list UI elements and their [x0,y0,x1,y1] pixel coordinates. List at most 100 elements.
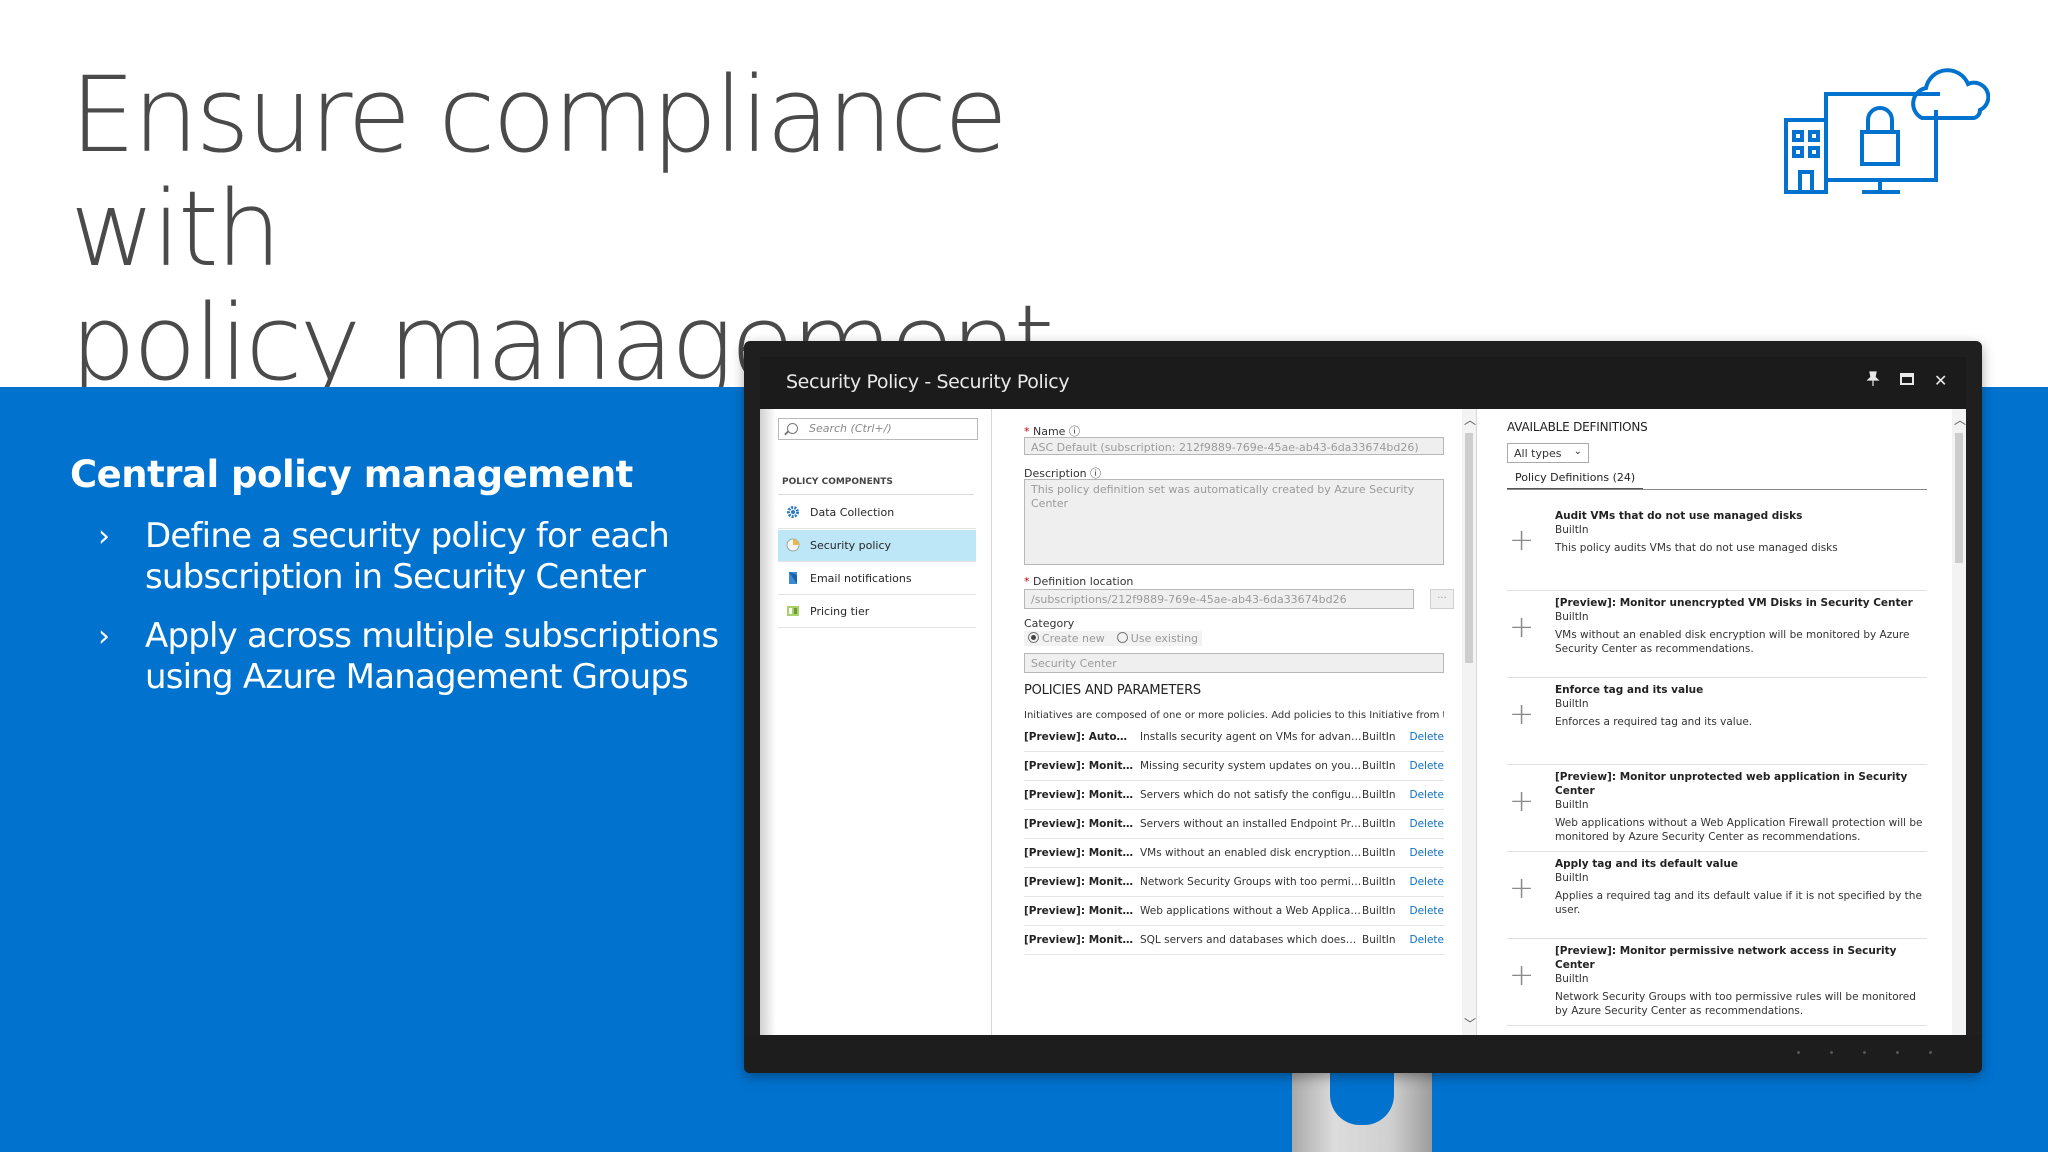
radio-create-new[interactable]: Create new [1028,632,1105,645]
location-field[interactable]: /subscriptions/212f9889-769e-45ae-ab43-6… [1024,589,1414,609]
scrollbar-thumb[interactable] [1955,433,1963,563]
policies-heading: POLICIES AND PARAMETERS [1024,683,1201,698]
nav-item-label: Pricing tier [810,605,870,618]
nav-item-pricing-tier[interactable]: Pricing tier [778,596,976,628]
definition-body: Audit VMs that do not use managed disks … [1555,509,1927,555]
definitions-scrollbar[interactable]: ︿ [1952,409,1966,1035]
delete-link[interactable]: Delete [1408,876,1445,888]
policy-name: [Preview]: Monitor... [1024,847,1136,859]
policy-name: [Preview]: Monitor... [1024,905,1136,917]
definition-item[interactable]: + [Preview]: Monitor unencrypted VM Disk… [1507,596,1927,678]
definition-item[interactable]: + Apply tag and its default value BuiltI… [1507,857,1927,939]
category-field[interactable]: Security Center [1024,653,1444,673]
plus-icon[interactable]: + [1509,871,1534,906]
description-field[interactable]: This policy definition set was automatic… [1024,479,1444,565]
definition-body: [Preview]: Monitor unencrypted VM Disks … [1555,596,1927,656]
bullet-text-line: Apply across multiple subscriptions [145,616,719,656]
policy-nav: Search (Ctrl+/) POLICY COMPONENTS Data C… [760,409,992,1035]
definition-desc: Network Security Groups with too permiss… [1555,991,1916,1017]
definition-title: Enforce tag and its value [1555,684,1704,696]
delete-link[interactable]: Delete [1408,731,1445,743]
delete-link[interactable]: Delete [1408,789,1445,801]
bullet-section: Central policy management › Define a sec… [70,452,750,698]
policy-desc: Missing security system updates on your … [1140,760,1362,772]
delete-link[interactable]: Delete [1408,818,1445,830]
search-input[interactable]: Search (Ctrl+/) [778,418,978,440]
plus-icon[interactable]: + [1509,784,1534,819]
definition-item[interactable]: + [Preview]: Monitor permissive network … [1507,944,1927,1026]
chevron-up-icon[interactable]: ︿ [1954,411,1966,428]
table-row: [Preview]: Monitor... Servers which do n… [1024,781,1444,810]
nav-item-data-collection[interactable]: Data Collection [778,497,976,529]
plus-icon[interactable]: + [1509,697,1534,732]
definition-body: [Preview]: Monitor permissive network ac… [1555,944,1927,1018]
browse-location-button[interactable]: ... [1430,589,1454,609]
chevron-up-icon[interactable]: ︿ [1464,411,1476,428]
scrollbar-thumb[interactable] [1465,433,1473,663]
close-icon[interactable]: ✕ [1934,371,1947,390]
definition-desc: Enforces a required tag and its value. [1555,716,1753,728]
radio-selected-icon [1028,632,1039,643]
gear-icon [787,506,799,518]
portal-window: Security Policy - Security Policy ✕ Sear… [760,357,1966,1035]
table-row: [Preview]: Monitor... Missing security s… [1024,752,1444,781]
category-label: Category [1024,617,1075,630]
delete-link[interactable]: Delete [1408,905,1445,917]
definition-body: Enforce tag and its value BuiltIn Enforc… [1555,683,1927,729]
name-field[interactable]: ASC Default (subscription: 212f9889-769e… [1024,437,1444,455]
available-definitions-panel: AVAILABLE DEFINITIONS All types ⌄ Policy… [1476,409,1966,1035]
policy-desc: Web applications without a Web Applicati… [1140,905,1362,917]
table-row: [Preview]: Monitor... VMs without an ena… [1024,839,1444,868]
bullet-text-line: subscription in Security Center [145,557,646,597]
policy-desc: SQL servers and databases which doesn't … [1140,934,1362,946]
bullet-item: › Apply across multiple subscriptions us… [70,616,750,698]
plus-icon[interactable]: + [1509,523,1534,558]
definition-title: [Preview]: Monitor permissive network ac… [1555,945,1897,971]
policy-desc: Installs security agent on VMs for advan… [1140,731,1362,743]
definition-item[interactable]: + [Preview]: Monitor unprotected web app… [1507,770,1927,852]
delete-link[interactable]: Delete [1408,760,1445,772]
bullet-text-line: Define a security policy for each [145,516,670,556]
nav-item-label: Data Collection [810,506,895,519]
definition-title: [Preview]: Monitor unprotected web appli… [1555,771,1908,797]
definition-type: BuiltIn [1555,973,1589,985]
policies-note: Initiatives are composed of one or more … [1024,710,1444,721]
chevron-right-icon: › [98,519,110,554]
policy-type: BuiltIn [1362,905,1396,917]
divider [1507,489,1927,490]
delete-link[interactable]: Delete [1408,934,1445,946]
policy-desc: Network Security Groups with too permiss… [1140,876,1362,888]
bullets-heading: Central policy management [70,453,633,496]
nav-item-email-notifications[interactable]: Email notifications [778,563,976,595]
policy-type: BuiltIn [1362,789,1396,801]
definition-type: BuiltIn [1555,872,1589,884]
delete-link[interactable]: Delete [1408,847,1445,859]
nav-item-security-policy[interactable]: Security policy [778,530,976,562]
search-placeholder: Search (Ctrl+/) [809,422,892,435]
definition-desc: Applies a required tag and its default v… [1555,890,1922,916]
building-lock-cloud-icon [1784,68,1990,194]
radio-unselected-icon [1116,632,1128,643]
pin-icon[interactable] [1866,371,1880,391]
policy-desc: VMs without an enabled disk encryption w… [1140,847,1362,859]
plus-icon[interactable]: + [1509,958,1534,993]
tab-policy-definitions[interactable]: Policy Definitions (24) [1507,465,1644,490]
monitor-button-dot [1830,1051,1833,1054]
maximize-icon[interactable] [1900,371,1914,390]
plus-icon[interactable]: + [1509,610,1534,645]
definition-desc: VMs without an enabled disk encryption w… [1555,629,1910,655]
policy-name: [Preview]: Monitor... [1024,934,1136,946]
type-filter-dropdown[interactable]: All types ⌄ [1507,443,1589,463]
policy-type: BuiltIn [1362,818,1396,830]
definition-item[interactable]: + Enforce tag and its value BuiltIn Enfo… [1507,683,1927,765]
radio-use-existing[interactable]: Use existing [1116,632,1198,645]
table-row: [Preview]: Monitor... Network Security G… [1024,868,1444,897]
policy-form: * Name ⓘ ASC Default (subscription: 212f… [992,409,1464,1035]
form-scrollbar[interactable]: ︿ ﹀ [1462,409,1476,1035]
definition-item[interactable]: + Audit VMs that do not use managed disk… [1507,509,1927,591]
table-row: [Preview]: Monitor... Servers without an… [1024,810,1444,839]
policy-desc: Servers which do not satisfy the configu… [1140,789,1362,801]
policy-type: BuiltIn [1362,934,1396,946]
table-row: [Preview]: Automat... Installs security … [1024,723,1444,752]
chevron-down-icon[interactable]: ﹀ [1464,1015,1476,1032]
